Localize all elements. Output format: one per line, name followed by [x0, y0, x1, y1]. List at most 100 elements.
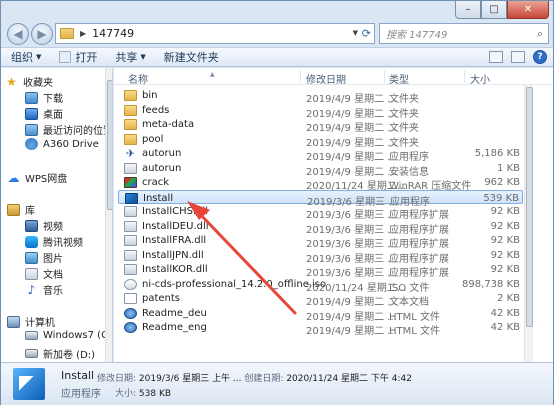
recent-places-icon [25, 123, 38, 136]
file-name: Install [143, 192, 174, 204]
file-row[interactable]: InstallJPN.dll 2019/3/6 星期三 ... 应用程序扩展 92 K… [118, 248, 523, 265]
nav-label: 新加卷 (D:) [43, 350, 96, 361]
file-row[interactable]: ✈ autorun 2019/4/9 星期二 ... 应用程序 5,186 KB [118, 146, 523, 163]
file-size: 42 KB [490, 307, 520, 319]
desktop-icon [25, 107, 38, 120]
nav-downloads[interactable]: 下载 [25, 90, 63, 105]
file-row[interactable]: meta-data 2019/4/9 星期二 ... 文件夹 [118, 117, 523, 134]
preview-pane-icon[interactable] [511, 51, 525, 63]
file-row[interactable]: patents 2019/4/9 星期二 ... 文本文档 2 KB [118, 291, 523, 308]
file-row[interactable]: ni-cds-professional_14.2.0_offline.iso 20… [118, 277, 523, 294]
explorer-window: – □ ✕ ◀ ▶ ▶ 147749 ▼ ⟳ 搜索 147749 ⌕ 组织 ▼ 打… [0, 0, 554, 405]
column-divider[interactable] [384, 70, 385, 83]
file-row[interactable]: feeds 2019/4/9 星期二 ... 文件夹 [118, 103, 523, 120]
details-pane: Install 应用程序 修改日期: 2019/3/6 星期三 上午 ... 创… [1, 362, 553, 405]
organize-menu[interactable]: 组织 ▼ [11, 49, 41, 65]
file-row[interactable]: Readme_deu 2019/4/9 星期二 ... HTML 文件 42 KB [118, 306, 523, 323]
file-name: Readme_deu [142, 307, 207, 319]
help-icon[interactable]: ? [533, 50, 547, 64]
change-view-icon[interactable] [489, 51, 503, 63]
music-icon: ♪ [27, 282, 36, 297]
folder-icon [124, 119, 137, 130]
modified-label: 修改日期: [97, 374, 137, 384]
open-label: 打开 [75, 51, 98, 64]
breadcrumb-folder[interactable]: 147749 [92, 27, 134, 40]
open-button[interactable]: 打开 [59, 49, 97, 65]
nav-label: 计算机 [25, 318, 55, 329]
list-scroll-thumb[interactable] [526, 87, 533, 327]
file-name: InstallFRA.dll [142, 235, 207, 246]
nav-library[interactable]: 库 [7, 202, 35, 217]
organize-label: 组织 [11, 51, 33, 64]
folder-icon [124, 104, 137, 116]
breadcrumb-chevron-icon[interactable]: ▶ [80, 29, 86, 38]
file-row-selected[interactable]: Install 2019/3/6 星期三 ... 应用程序 539 KB [118, 189, 523, 208]
file-size: 898,738 KB [462, 278, 520, 290]
back-button[interactable]: ◀ [7, 23, 29, 45]
column-name[interactable]: 名称 [128, 71, 148, 86]
html-file-icon [124, 307, 137, 319]
file-size: 42 KB [490, 322, 520, 333]
window-controls: – □ ✕ [455, 1, 549, 19]
file-name: autorun [142, 162, 182, 174]
file-row[interactable]: bin 2019/4/9 星期二 ... 文件夹 [118, 88, 523, 105]
column-divider[interactable] [464, 70, 465, 83]
nav-computer[interactable]: 计算机 [7, 314, 55, 329]
file-row[interactable]: Readme_eng 2019/4/9 星期二 ... HTML 文件 42 KB [118, 320, 523, 337]
created-label: 创建日期: [244, 374, 284, 384]
file-name: pool [142, 133, 164, 145]
file-size: 92 KB [490, 249, 520, 261]
folder-icon [60, 28, 74, 39]
forward-arrow-icon: ▶ [37, 27, 47, 41]
file-row[interactable]: InstallFRA.dll 2019/3/6 星期三 ... 应用程序扩展 92 K… [118, 233, 523, 250]
nav-pictures[interactable]: 图片 [25, 250, 63, 265]
nav-label: 收藏夹 [23, 78, 53, 89]
file-row[interactable]: InstallDEU.dll 2019/3/6 星期三 ... 应用程序扩展 92 K… [118, 219, 523, 236]
nav-scroll-thumb[interactable] [107, 80, 112, 210]
column-date[interactable]: 修改日期 [306, 71, 346, 86]
nav-tencent-video[interactable]: 腾讯视频 [25, 234, 83, 249]
nav-documents[interactable]: 文档 [25, 266, 63, 281]
forward-button[interactable]: ▶ [31, 23, 53, 45]
minimize-button[interactable]: – [455, 1, 481, 19]
nav-favorites[interactable]: ★ 收藏夹 [5, 74, 53, 90]
close-button[interactable]: ✕ [507, 1, 549, 19]
nav-scrollbar[interactable] [105, 68, 112, 362]
file-name: InstallDEU.dll [142, 220, 209, 232]
nav-recent[interactable]: 最近访问的位置 [25, 122, 112, 137]
file-size: 1 KB [497, 162, 520, 174]
file-name: InstallJPN.dll [142, 249, 204, 261]
file-row[interactable]: autorun 2019/4/9 星期二 ... 安装信息 1 KB [118, 161, 523, 178]
address-bar[interactable]: ▶ 147749 ▼ ⟳ [55, 23, 375, 44]
nav-a360[interactable]: A360 Drive [25, 138, 99, 150]
column-divider[interactable] [300, 70, 301, 83]
html-file-icon [124, 322, 137, 333]
new-folder-button[interactable]: 新建文件夹 [164, 49, 219, 65]
file-row[interactable]: crack 2020/11/24 星期二... WinRAR 压缩文件 962 KB [118, 175, 523, 192]
file-row[interactable]: InstallKOR.dll 2019/3/6 星期三 ... 应用程序扩展 92 K… [118, 262, 523, 279]
address-dropdown-icon[interactable]: ▼ [353, 29, 358, 37]
share-menu[interactable]: 共享 ▼ [115, 49, 145, 65]
nav-videos[interactable]: 视频 [25, 218, 63, 233]
file-row[interactable]: pool 2019/4/9 星期二 ... 文件夹 [118, 132, 523, 149]
iso-disc-icon [124, 278, 137, 290]
column-size[interactable]: 大小 [470, 71, 490, 86]
text-file-icon [124, 293, 137, 304]
nav-wps[interactable]: ☁ WPS网盘 [7, 170, 68, 186]
share-label: 共享 [115, 51, 138, 64]
search-icon[interactable]: ⌕ [537, 27, 543, 41]
nav-desktop[interactable]: 桌面 [25, 106, 63, 121]
sort-indicator-icon: ▲ [210, 71, 215, 78]
details-size: 大小: 538 KB [115, 386, 171, 399]
column-type[interactable]: 类型 [389, 71, 409, 86]
nav-music[interactable]: ♪ 音乐 [25, 282, 63, 298]
nav-drive-d[interactable]: 新加卷 (D:) [25, 346, 95, 361]
library-icon [7, 203, 20, 216]
maximize-button[interactable]: □ [481, 1, 507, 19]
nav-label: 下载 [43, 94, 63, 105]
list-scrollbar[interactable] [524, 85, 533, 362]
nav-drive-c[interactable]: Windows7 (C:) [25, 330, 112, 341]
search-input[interactable]: 搜索 147749 ⌕ [379, 23, 549, 44]
file-row[interactable]: InstallCHS.dll 2019/3/6 星期三 ... 应用程序扩展 92 K… [118, 204, 523, 221]
refresh-icon[interactable]: ⟳ [362, 27, 371, 40]
